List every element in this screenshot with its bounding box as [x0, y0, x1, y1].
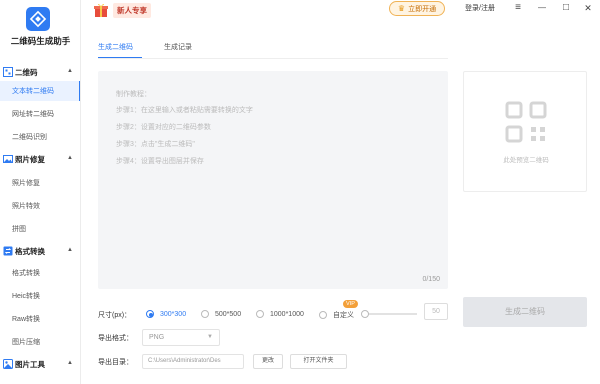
- new-user-banner[interactable]: 新人专享: [93, 0, 179, 20]
- tab-generate-qrcode[interactable]: 生成二维码: [98, 42, 133, 52]
- preview-placeholder: 此处预览二维码: [503, 157, 549, 164]
- tab-generate-records[interactable]: 生成记录: [164, 42, 192, 52]
- chevron-up-icon: ▲: [67, 155, 73, 161]
- sidebar-item-photo-repair[interactable]: 照片修复: [0, 173, 80, 193]
- menu-icon[interactable]: ≡: [511, 1, 525, 15]
- tutorial-line: 步骤4：设置导出图层并保存: [116, 158, 204, 165]
- sidebar-item-collage[interactable]: 拼图: [0, 219, 80, 239]
- app-window: 二维码生成助手 二维码 ▲ 文本转二维码 网址转二维码 二维码识别 照片修复 ▲…: [0, 0, 600, 384]
- vip-badge: VIP: [343, 300, 358, 308]
- generate-qrcode-button[interactable]: 生成二维码: [463, 297, 587, 327]
- custom-size-input[interactable]: 50: [424, 303, 448, 320]
- export-dir-field[interactable]: C:\Users\Administrator\Des: [142, 354, 244, 369]
- minimize-icon[interactable]: —: [535, 1, 549, 15]
- chevron-up-icon: ▲: [67, 360, 73, 366]
- crown-icon: ♛: [397, 4, 406, 13]
- qrcode-placeholder-icon: [505, 101, 547, 143]
- chevron-down-icon: ▼: [207, 334, 213, 340]
- app-name: 二维码生成助手: [10, 36, 71, 46]
- login-register-link[interactable]: 登录/注册: [465, 3, 495, 13]
- new-user-label: 新人专享: [113, 2, 151, 18]
- vip-open-label: 立即开通: [408, 5, 437, 13]
- section-title: 二维码: [15, 67, 38, 77]
- tutorial-line: 步骤3：点击"生成二维码": [116, 141, 195, 148]
- sidebar-section-format-convert[interactable]: 格式转换 ▲: [0, 242, 80, 260]
- size-option-1000[interactable]: 1000*1000: [256, 310, 304, 318]
- sidebar-section-photo-repair[interactable]: 照片修复 ▲: [0, 150, 80, 168]
- tab-divider: [98, 58, 448, 59]
- section-title: 格式转换: [15, 246, 45, 256]
- radio-selected-icon: [146, 310, 154, 318]
- sidebar-item-qrcode-scan[interactable]: 二维码识别: [0, 127, 80, 147]
- char-counter: 0/150: [422, 276, 440, 283]
- close-icon[interactable]: ✕: [581, 1, 595, 15]
- text-input-area[interactable]: 制作教程： 步骤1：在这里输入或者粘贴需要转换的文字 步骤2：设置对应的二维码参…: [98, 71, 448, 289]
- section-title: 照片修复: [15, 154, 45, 164]
- size-label: 尺寸(px)：: [98, 312, 132, 319]
- qrcode-preview: 此处预览二维码: [463, 71, 587, 192]
- tutorial-line: 步骤1：在这里输入或者粘贴需要转换的文字: [116, 107, 253, 114]
- vip-open-button[interactable]: ♛ 立即开通: [389, 1, 445, 16]
- app-logo-icon: [26, 7, 50, 31]
- qrcode-icon: [3, 67, 13, 77]
- sidebar-item-image-compress[interactable]: 图片压缩: [0, 332, 80, 352]
- radio-icon: [201, 310, 209, 318]
- sidebar-item-heic-convert[interactable]: Heic转换: [0, 286, 80, 306]
- sidebar-section-image-tools[interactable]: 图片工具 ▲: [0, 355, 80, 373]
- size-slider-handle[interactable]: [361, 310, 369, 318]
- size-option-500[interactable]: 500*500: [201, 310, 241, 318]
- format-select[interactable]: PNG ▼: [142, 329, 220, 346]
- sidebar-item-url-to-qrcode[interactable]: 网址转二维码: [0, 104, 80, 124]
- radio-icon: [319, 311, 327, 319]
- format-label: 导出格式：: [98, 335, 133, 342]
- size-option-custom[interactable]: 自定义: [319, 310, 354, 320]
- sidebar-item-photo-effects[interactable]: 照片特效: [0, 196, 80, 216]
- maximize-icon[interactable]: □: [559, 1, 573, 15]
- chevron-up-icon: ▲: [67, 68, 73, 74]
- radio-icon: [256, 310, 264, 318]
- size-slider-track[interactable]: [365, 313, 417, 315]
- photo-icon: [3, 155, 13, 163]
- top-bar: 新人专享 ♛ 立即开通 登录/注册 ≡ — □ ✕: [81, 0, 600, 20]
- chevron-up-icon: ▲: [67, 247, 73, 253]
- size-option-300[interactable]: 300*300: [146, 310, 186, 318]
- sidebar-section-qrcode[interactable]: 二维码 ▲: [0, 63, 80, 81]
- open-folder-button[interactable]: 打开文件夹: [290, 354, 347, 369]
- sidebar-item-format-convert[interactable]: 格式转换: [0, 263, 80, 283]
- tutorial-line: 步骤2：设置对应的二维码参数: [116, 124, 211, 131]
- section-title: 图片工具: [15, 359, 45, 369]
- image-tools-icon: [3, 359, 13, 369]
- tutorial-line: 制作教程：: [116, 91, 151, 98]
- change-dir-button[interactable]: 更改: [253, 354, 283, 369]
- gift-icon: [94, 3, 108, 17]
- sidebar: 二维码生成助手 二维码 ▲ 文本转二维码 网址转二维码 二维码识别 照片修复 ▲…: [0, 0, 81, 384]
- sidebar-item-raw-convert[interactable]: Raw转换: [0, 309, 80, 329]
- sidebar-item-text-to-qrcode[interactable]: 文本转二维码: [0, 81, 80, 101]
- convert-icon: [3, 246, 13, 256]
- dir-label: 导出目录：: [98, 359, 133, 366]
